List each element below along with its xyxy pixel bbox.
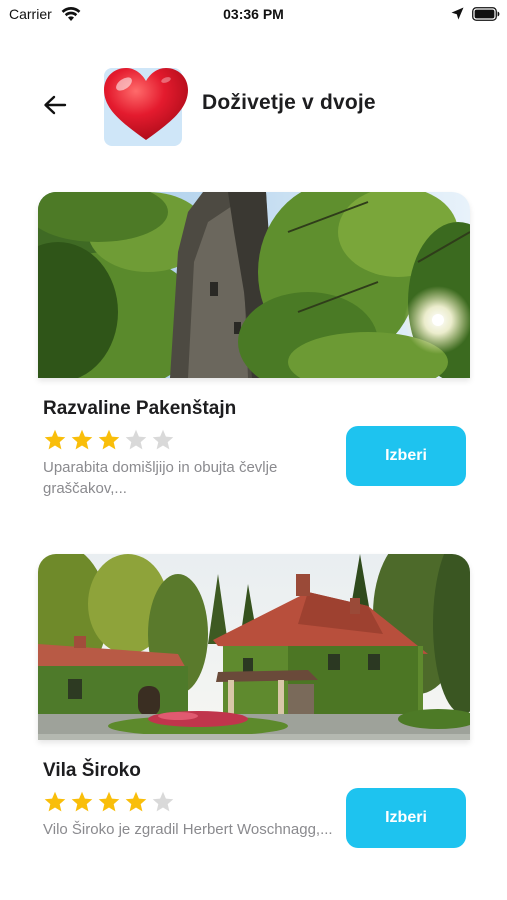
star-filled-icon <box>71 429 93 450</box>
star-empty-icon <box>125 429 147 450</box>
select-button[interactable]: Izberi <box>346 426 466 486</box>
ivy-covered-villa-photo <box>38 554 470 740</box>
place-card: Razvaline Pakenštajn Uparabita domišljij… <box>38 192 470 512</box>
place-description: Vilo Široko je zgradil Herbert Woschnagg… <box>43 821 333 838</box>
status-bar: Carrier 03:36 PM <box>0 0 507 30</box>
battery-icon <box>472 7 500 21</box>
place-card: Vila Široko Vilo Široko je zgradil Herbe… <box>38 554 470 874</box>
category-icon <box>104 68 188 146</box>
location-arrow-icon <box>451 7 464 20</box>
red-heart-icon <box>104 68 188 140</box>
place-name: Vila Široko <box>43 760 141 781</box>
page-title: Doživetje v dvoje <box>202 91 376 114</box>
clock: 03:36 PM <box>223 6 284 22</box>
star-filled-icon <box>125 791 147 812</box>
star-empty-icon <box>152 429 174 450</box>
star-empty-icon <box>152 791 174 812</box>
star-filled-icon <box>98 429 120 450</box>
back-button[interactable] <box>38 88 72 122</box>
select-button[interactable]: Izberi <box>346 788 466 848</box>
place-name: Razvaline Pakenštajn <box>43 398 237 419</box>
star-filled-icon <box>44 791 66 812</box>
arrow-left-icon <box>44 95 67 115</box>
star-filled-icon <box>98 791 120 812</box>
star-rating <box>43 428 175 452</box>
place-description: Uparabita domišljijo in obujta čevlje gr… <box>43 459 278 497</box>
star-filled-icon <box>71 791 93 812</box>
star-rating <box>43 790 175 814</box>
castle-ruins-forest-photo <box>38 192 470 378</box>
star-filled-icon <box>44 429 66 450</box>
